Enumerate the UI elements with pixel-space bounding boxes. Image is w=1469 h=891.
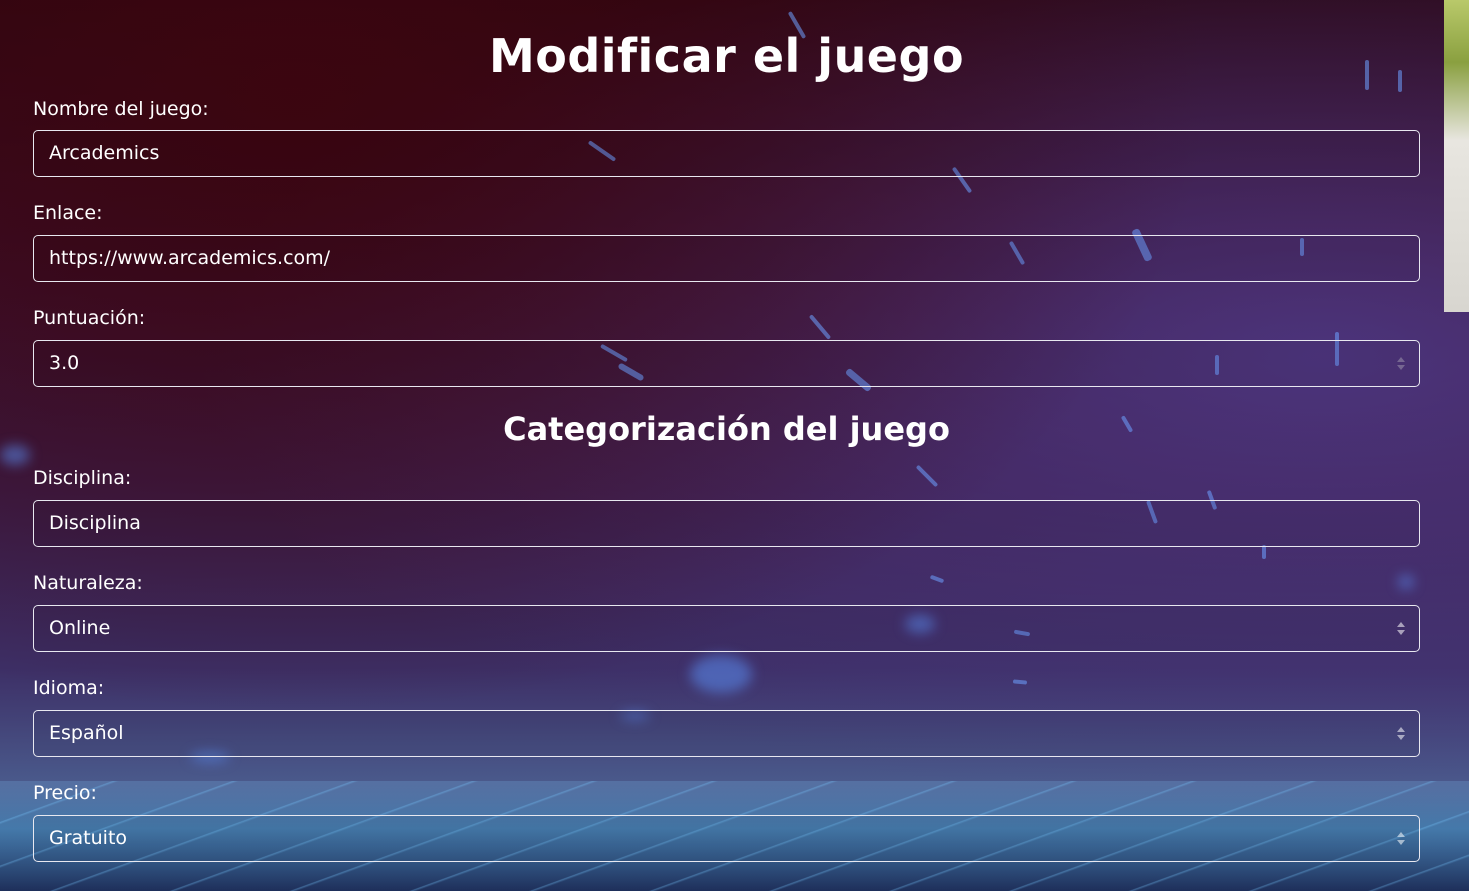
nombre-label: Nombre del juego: (33, 98, 209, 120)
chevron-updown-icon (1397, 621, 1405, 637)
field-disciplina: Disciplina: Disciplina (33, 465, 1420, 547)
nombre-value: Arcademics (49, 142, 160, 164)
precio-select[interactable]: Gratuito (33, 815, 1420, 862)
enlace-input[interactable]: https://www.arcademics.com/ (33, 235, 1420, 282)
enlace-label: Enlace: (33, 202, 103, 224)
disciplina-value: Disciplina (49, 512, 141, 534)
puntuacion-label: Puntuación: (33, 307, 146, 329)
idioma-label: Idioma: (33, 677, 105, 699)
precio-label: Precio: (33, 782, 97, 804)
chevron-updown-icon (1397, 831, 1405, 847)
precio-value: Gratuito (49, 827, 128, 849)
chevron-updown-icon (1397, 726, 1405, 742)
disciplina-label: Disciplina: (33, 467, 132, 489)
edit-game-form: Modificar el juego Nombre del juego: Arc… (33, 0, 1420, 862)
field-naturaleza: Naturaleza: Online (33, 570, 1420, 652)
idioma-value: Español (49, 722, 124, 744)
puntuacion-value: 3.0 (49, 352, 80, 374)
naturaleza-select[interactable]: Online (33, 605, 1420, 652)
page-title: Modificar el juego (488, 29, 965, 83)
disciplina-select[interactable]: Disciplina (33, 500, 1420, 547)
idioma-select[interactable]: Español (33, 710, 1420, 757)
naturaleza-value: Online (49, 617, 111, 639)
field-enlace: Enlace: https://www.arcademics.com/ (33, 200, 1420, 282)
field-nombre: Nombre del juego: Arcademics (33, 96, 1420, 177)
naturaleza-label: Naturaleza: (33, 572, 143, 594)
nombre-input[interactable]: Arcademics (33, 130, 1420, 177)
field-idioma: Idioma: Español (33, 675, 1420, 757)
section-title: Categorización del juego (503, 410, 950, 448)
field-precio: Precio: Gratuito (33, 780, 1420, 862)
puntuacion-input[interactable]: 3.0 (33, 340, 1420, 387)
field-puntuacion: Puntuación: 3.0 (33, 305, 1420, 387)
enlace-value: https://www.arcademics.com/ (49, 247, 331, 269)
number-spinner-icon[interactable] (1397, 357, 1405, 371)
